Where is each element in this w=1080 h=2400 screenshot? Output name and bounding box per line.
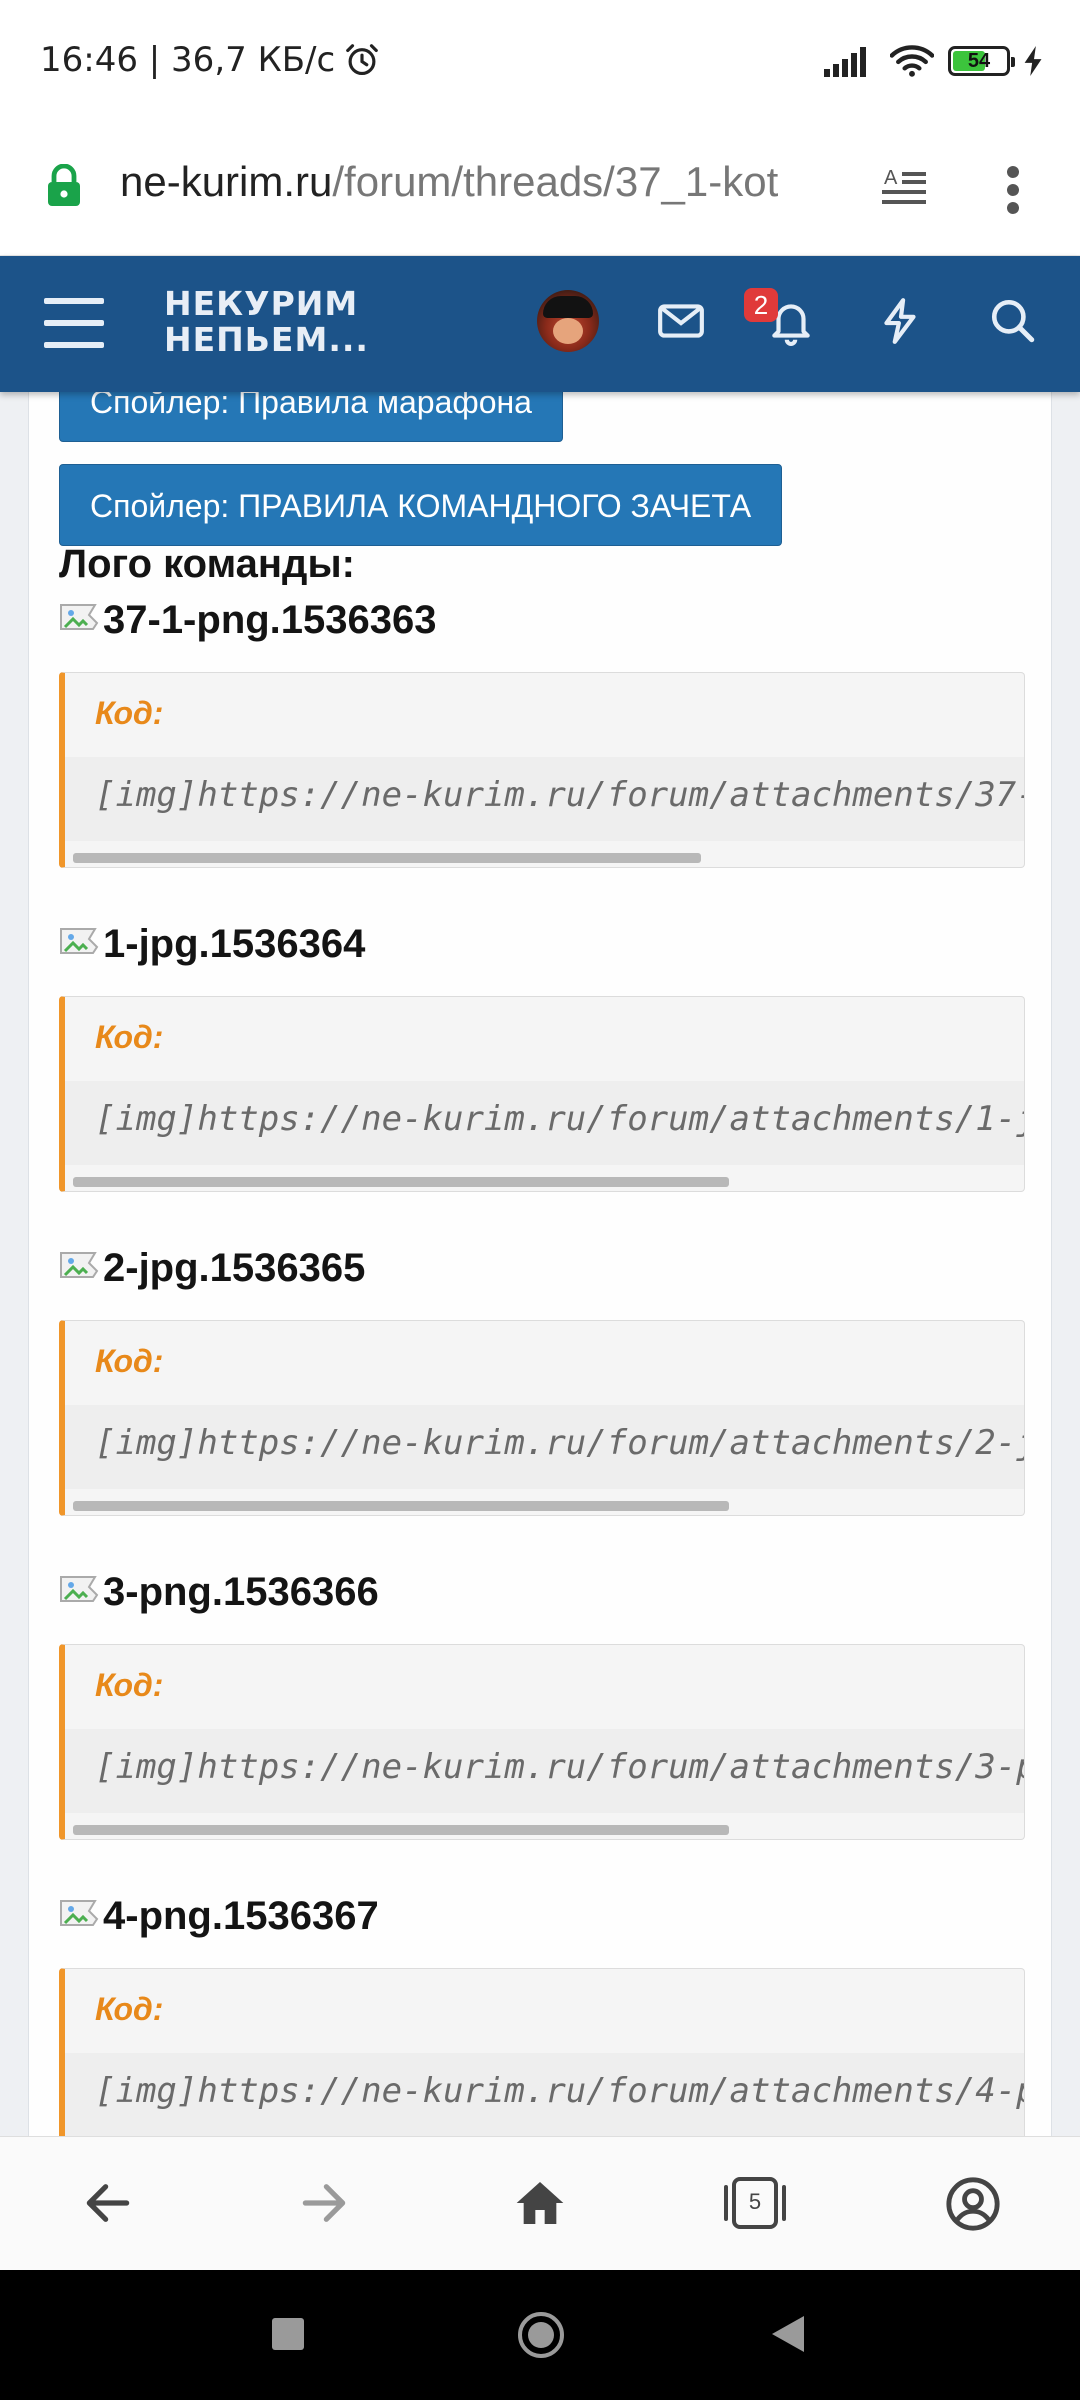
logo-line-1: НЕКУРИМ [164, 284, 359, 323]
code-title: Код: [95, 1343, 164, 1379]
broken-image-icon [60, 1575, 99, 1602]
broken-image-icon [60, 603, 99, 630]
user-avatar[interactable] [537, 290, 599, 352]
home-circle-icon[interactable] [516, 2310, 566, 2360]
battery-level: 54 [967, 49, 991, 72]
code-title: Код: [95, 1991, 164, 2027]
spoiler-button-marathon-rules[interactable]: Спойлер: Правила марафона [59, 392, 563, 442]
code-block: Код: [img]https://ne-kurim.ru/forum/atta… [59, 1968, 1025, 2136]
image-filename: 37-1-png.1536363 [103, 598, 437, 642]
signal-icon [824, 47, 866, 77]
code-body[interactable]: [img]https://ne-kurim.ru/forum/attachmen… [65, 1405, 1024, 1489]
code-body[interactable]: [img]https://ne-kurim.ru/forum/attachmen… [65, 757, 1024, 841]
url-path: /forum/threads/37_1-kot [332, 158, 779, 205]
image-caption[interactable]: 4-png.1536367 [59, 1894, 379, 1939]
code-scrollbar[interactable] [73, 1177, 729, 1187]
code-block: Код: [img]https://ne-kurim.ru/forum/atta… [59, 996, 1025, 1192]
lock-icon[interactable] [46, 164, 82, 208]
browser-url-bar: ne-kurim.ru/forum/threads/37_1-kot A [0, 128, 1080, 256]
thread-content: Спойлер: Правила марафона Спойлер: ПРАВИ… [0, 392, 1080, 2136]
code-text: [img]https://ne-kurim.ru/forum/attachmen… [95, 775, 1024, 815]
spoiler-button-team-rules[interactable]: Спойлер: ПРАВИЛА КОМАНДНОГО ЗАЧЕТА [59, 464, 783, 546]
code-title: Код: [95, 695, 164, 731]
logo-line-2: НЕПЬЕМ... [164, 320, 369, 359]
broken-image-icon [60, 927, 99, 954]
image-filename: 3-png.1536366 [103, 1570, 379, 1614]
notification-badge: 2 [744, 288, 778, 322]
image-caption[interactable]: 3-png.1536366 [59, 1570, 379, 1615]
image-filename: 1-jpg.1536364 [103, 922, 366, 966]
broken-image-icon [60, 1251, 99, 1278]
tabs-button[interactable]: 5 [722, 2175, 788, 2231]
forum-header: НЕКУРИМ НЕПЬЕМ... 2 [0, 256, 1080, 392]
back-triangle-icon[interactable] [770, 2314, 806, 2354]
charging-icon [1024, 46, 1042, 76]
code-text: [img]https://ne-kurim.ru/forum/attachmen… [95, 1747, 1025, 1787]
status-right: 54 [824, 44, 1044, 78]
wifi-icon [890, 45, 934, 77]
code-text: [img]https://ne-kurim.ru/forum/attachmen… [95, 1423, 1025, 1463]
code-scrollbar[interactable] [73, 1825, 729, 1835]
code-block: Код: [img]https://ne-kurim.ru/forum/atta… [59, 1320, 1025, 1516]
image-caption[interactable]: 1-jpg.1536364 [59, 922, 365, 967]
menu-kebab-icon[interactable] [998, 164, 1028, 216]
forward-arrow-icon[interactable] [296, 2175, 352, 2231]
url-host: ne-kurim.ru [120, 158, 333, 205]
status-bar: 16:46 | 36,7 КБ/с 54 [0, 0, 1080, 128]
recents-square-icon[interactable] [270, 2316, 306, 2352]
home-icon[interactable] [512, 2175, 568, 2231]
back-arrow-icon[interactable] [80, 2175, 136, 2231]
alarm-icon [346, 44, 379, 76]
code-block: Код: [img]https://ne-kurim.ru/forum/atta… [59, 1644, 1025, 1840]
reader-mode-icon[interactable]: A [878, 166, 930, 210]
svg-text:A: A [884, 167, 898, 189]
url-field[interactable]: ne-kurim.ru/forum/threads/37_1-kot [120, 158, 850, 206]
account-icon[interactable] [944, 2175, 1002, 2233]
browser-bottom-bar: 5 [0, 2136, 1080, 2270]
code-scrollbar[interactable] [73, 853, 701, 863]
code-title: Код: [95, 1667, 164, 1703]
lightning-icon[interactable] [876, 296, 926, 346]
post-body: Спойлер: Правила марафона Спойлер: ПРАВИ… [28, 392, 1052, 2136]
page: 16:46 | 36,7 КБ/с 54 ne-kurim.ru/forum/t… [0, 0, 1080, 2400]
envelope-icon[interactable] [656, 296, 706, 346]
hamburger-menu-icon[interactable] [44, 296, 104, 350]
code-text: [img]https://ne-kurim.ru/forum/attachmen… [95, 1099, 1025, 1139]
image-caption[interactable]: 37-1-png.1536363 [59, 598, 437, 643]
system-nav-bar [0, 2270, 1080, 2400]
code-body[interactable]: [img]https://ne-kurim.ru/forum/attachmen… [65, 1081, 1024, 1165]
code-title: Код: [95, 1019, 164, 1055]
image-filename: 2-jpg.1536365 [103, 1246, 366, 1290]
code-body[interactable]: [img]https://ne-kurim.ru/forum/attachmen… [65, 1729, 1024, 1813]
forum-logo[interactable]: НЕКУРИМ НЕПЬЕМ... [164, 286, 369, 358]
image-filename: 4-png.1536367 [103, 1894, 379, 1938]
status-left: 16:46 | 36,7 КБ/с [40, 40, 381, 80]
code-body[interactable]: [img]https://ne-kurim.ru/forum/attachmen… [65, 2053, 1024, 2136]
team-logo-label: Лого команды: [59, 542, 355, 586]
code-text: [img]https://ne-kurim.ru/forum/attachmen… [95, 2071, 1025, 2111]
tab-count: 5 [748, 2189, 762, 2214]
search-icon[interactable] [988, 296, 1038, 346]
image-caption[interactable]: 2-jpg.1536365 [59, 1246, 365, 1291]
code-scrollbar[interactable] [73, 1501, 729, 1511]
time-and-speed: 16:46 | 36,7 КБ/с [40, 40, 336, 80]
broken-image-icon [60, 1899, 99, 1926]
battery-icon: 54 [948, 46, 1015, 76]
code-block: Код: [img]https://ne-kurim.ru/forum/atta… [59, 672, 1025, 868]
